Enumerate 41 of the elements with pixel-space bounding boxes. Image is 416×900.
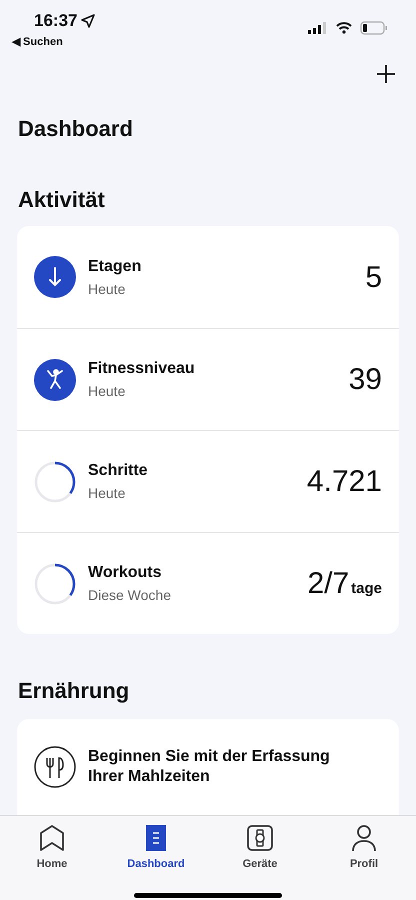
row-value: 39: [348, 362, 382, 398]
home-icon: [39, 824, 65, 852]
row-title: Workouts: [88, 563, 162, 583]
signal-icon: [308, 22, 328, 34]
add-icon[interactable]: [376, 64, 396, 84]
page-title: Dashboard: [17, 115, 134, 143]
row-value: 4.721: [306, 464, 382, 500]
running-figure-icon: [34, 358, 76, 400]
nutrition-prompt: Beginnen Sie mit der Erfassung Ihrer Mahlzeiten: [88, 747, 331, 787]
row-title: Schritte: [88, 461, 149, 481]
tab-item[interactable]: Profil: [319, 824, 409, 872]
back-link[interactable]: ◀ Suchen: [12, 34, 96, 50]
tab-item[interactable]: Home: [7, 824, 97, 872]
row-subtitle: Heute: [88, 484, 126, 503]
row-title: Fitnessniveau: [88, 359, 196, 379]
cutlery-icon: [34, 746, 76, 788]
activity-row[interactable]: Workouts Diese Woche 2/7tage: [17, 532, 399, 634]
tab-item[interactable]: Geräte: [215, 824, 305, 872]
activity-row[interactable]: Etagen Heute 5: [17, 226, 399, 328]
activity-row[interactable]: Fitnessniveau Heute 39: [17, 328, 399, 430]
row-subtitle: Heute: [88, 382, 126, 401]
watch-icon: [247, 825, 273, 851]
progress-ring-icon: [34, 460, 76, 502]
profile-icon: [351, 824, 377, 852]
dashboard-icon: [146, 825, 166, 851]
status-time: 16:37: [34, 10, 78, 32]
row-value: 5: [365, 260, 382, 296]
row-subtitle: Diese Woche: [88, 586, 172, 605]
row-title: Etagen: [88, 256, 142, 276]
section-heading: Ernährung: [17, 677, 130, 705]
location-arrow-icon: [81, 14, 96, 28]
activity-row[interactable]: Schritte Heute 4.721: [17, 430, 399, 532]
tab-item[interactable]: Dashboard: [111, 824, 201, 872]
progress-ring-icon: [34, 562, 76, 604]
section-heading: Aktivität: [17, 186, 106, 214]
wifi-icon: [336, 22, 352, 34]
nutrition-card[interactable]: Beginnen Sie mit der Erfassung Ihrer Mahlzeiten: [17, 719, 399, 815]
value-unit: tage: [351, 579, 382, 599]
battery-icon: [360, 21, 388, 35]
row-subtitle: Heute: [88, 280, 126, 298]
row-value: 2/7: [307, 566, 350, 602]
